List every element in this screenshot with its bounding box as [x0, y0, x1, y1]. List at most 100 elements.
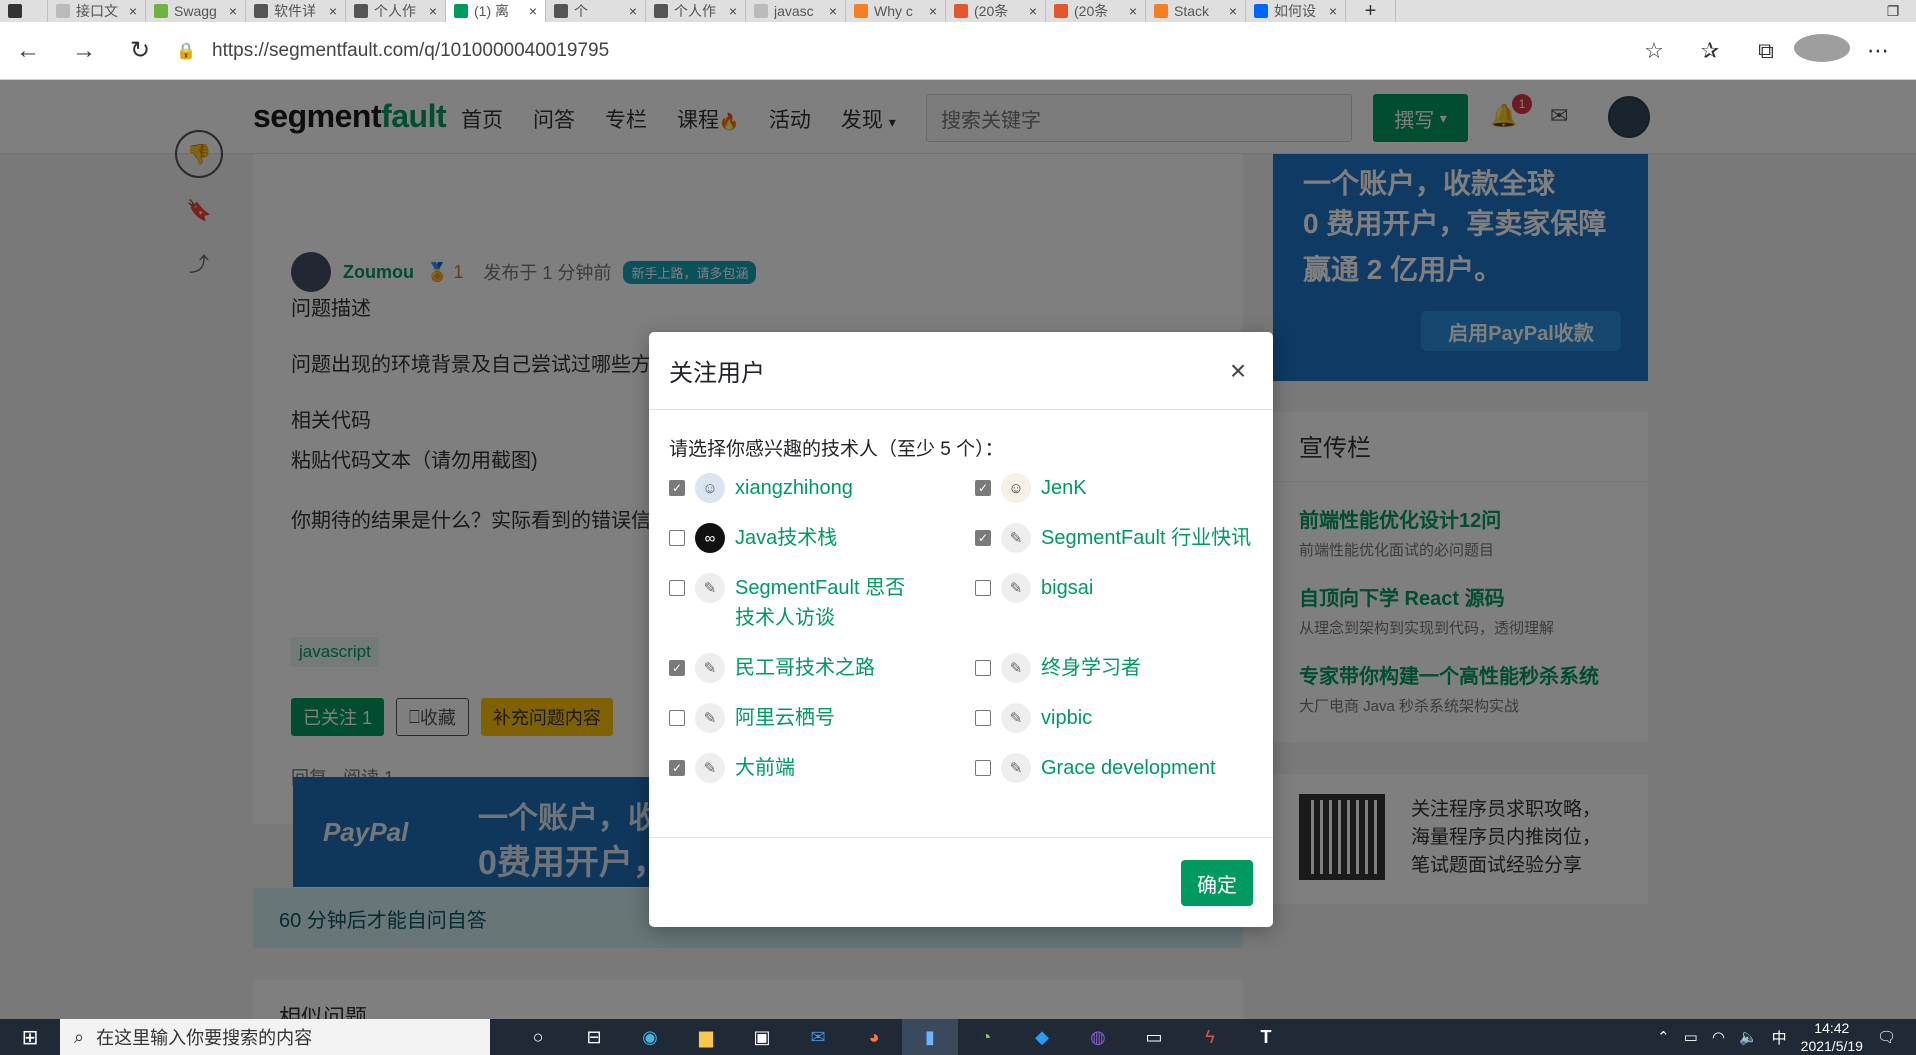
user-name[interactable]: 民工哥技术之路: [735, 653, 875, 683]
user-name[interactable]: vipbic: [1041, 703, 1092, 733]
user-option[interactable]: ✎ 终身学习者: [975, 649, 1265, 699]
clock[interactable]: 14:42 2021/5/19: [1801, 1019, 1863, 1055]
flash-icon[interactable]: ϟ: [1182, 1019, 1238, 1055]
browser-tab[interactable]: Why c ×: [846, 0, 946, 22]
user-option[interactable]: ✎ 阿里云栖号: [669, 699, 975, 749]
close-tab-icon[interactable]: ×: [429, 3, 437, 19]
mail-app-icon[interactable]: ✉: [790, 1019, 846, 1055]
close-tab-icon[interactable]: ×: [1129, 3, 1137, 19]
user-option[interactable]: ✓ ✎ 民工哥技术之路: [669, 649, 975, 699]
back-icon[interactable]: ←: [0, 37, 56, 65]
browser-tab[interactable]: 个 ×: [546, 0, 646, 22]
user-option[interactable]: ✎ vipbic: [975, 699, 1265, 749]
favorites-icon[interactable]: ✰: [1682, 38, 1738, 64]
browser-tab[interactable]: javasc ×: [746, 0, 846, 22]
user-name[interactable]: xiangzhihong: [735, 473, 853, 503]
user-option[interactable]: ∞ Java技术栈: [669, 519, 975, 569]
user-option[interactable]: ✎ SegmentFault 思否技术人访谈: [669, 569, 975, 649]
user-checkbox[interactable]: [669, 530, 685, 546]
more-menu-icon[interactable]: ⋯: [1850, 38, 1906, 64]
vscode-icon[interactable]: ◆: [1014, 1019, 1070, 1055]
github-desktop-icon[interactable]: ◍: [1070, 1019, 1126, 1055]
tray-up-icon[interactable]: ⌃: [1657, 1028, 1670, 1046]
battery-icon[interactable]: ▭: [1684, 1028, 1698, 1046]
user-name[interactable]: Grace development: [1041, 753, 1216, 783]
user-name[interactable]: JenK: [1041, 473, 1087, 503]
terminal-icon[interactable]: ▭: [1126, 1019, 1182, 1055]
typora-icon[interactable]: T: [1238, 1019, 1294, 1055]
user-checkbox[interactable]: [975, 760, 991, 776]
user-checkbox[interactable]: ✓: [975, 480, 991, 496]
phone-link-icon[interactable]: ▮: [902, 1019, 958, 1055]
reload-icon[interactable]: ↻: [112, 36, 168, 65]
browser-tab[interactable]: 个人作 ×: [346, 0, 446, 22]
user-name[interactable]: SegmentFault 思否技术人访谈: [735, 573, 920, 633]
close-tab-icon[interactable]: ×: [629, 3, 637, 19]
user-option[interactable]: ✓ ☺ xiangzhihong: [669, 469, 975, 519]
user-name[interactable]: Java技术栈: [735, 523, 837, 553]
close-tab-icon[interactable]: ×: [529, 3, 537, 19]
user-checkbox[interactable]: ✓: [669, 660, 685, 676]
user-checkbox[interactable]: ✓: [669, 480, 685, 496]
user-checkbox[interactable]: [975, 580, 991, 596]
url-text[interactable]: https://segmentfault.com/q/1010000040019…: [212, 40, 609, 62]
restore-window-icon[interactable]: ❐: [1870, 0, 1916, 22]
browser-tab[interactable]: Swagg ×: [146, 0, 246, 22]
lock-icon[interactable]: 🔒: [176, 41, 198, 61]
close-tab-icon[interactable]: ×: [829, 3, 837, 19]
browser-tab[interactable]: 接口文 ×: [48, 0, 146, 22]
user-checkbox[interactable]: [669, 580, 685, 596]
new-tab-icon[interactable]: +: [1346, 0, 1396, 22]
user-name[interactable]: 终身学习者: [1041, 653, 1141, 683]
user-name[interactable]: SegmentFault 行业快讯: [1041, 523, 1251, 553]
user-checkbox[interactable]: [669, 710, 685, 726]
volume-icon[interactable]: 🔈: [1739, 1028, 1758, 1046]
confirm-button[interactable]: 确定: [1181, 860, 1253, 906]
user-checkbox[interactable]: ✓: [975, 530, 991, 546]
close-tab-icon[interactable]: ×: [129, 3, 137, 19]
windows-start-icon[interactable]: ⊞: [0, 1025, 60, 1050]
browser-tab[interactable]: 个人作 ×: [646, 0, 746, 22]
close-tab-icon[interactable]: ×: [1329, 3, 1337, 19]
browser-tab[interactable]: (20条 ×: [946, 0, 1046, 22]
user-checkbox[interactable]: ✓: [669, 760, 685, 776]
wechat-icon[interactable]: ◔: [958, 1019, 1014, 1055]
edge-icon[interactable]: ◉: [622, 1019, 678, 1055]
close-tab-icon[interactable]: ×: [929, 3, 937, 19]
taskbar-search[interactable]: ⌕ 在这里输入你要搜索的内容: [60, 1019, 490, 1055]
user-option[interactable]: ✎ Grace development: [975, 749, 1265, 799]
file-explorer-icon[interactable]: ▆: [678, 1019, 734, 1055]
wifi-icon[interactable]: ◠: [1712, 1028, 1725, 1046]
ime-indicator[interactable]: 中: [1772, 1027, 1787, 1048]
browser-tab[interactable]: (20条 ×: [1046, 0, 1146, 22]
task-view-icon[interactable]: ⊟: [566, 1019, 622, 1055]
user-checkbox[interactable]: [975, 660, 991, 676]
browser-tab[interactable]: 如何设 ×: [1246, 0, 1346, 22]
browser-tab[interactable]: (1) 离 ×: [446, 0, 546, 22]
close-tab-icon[interactable]: ×: [1229, 3, 1237, 19]
user-option[interactable]: ✓ ✎ 大前端: [669, 749, 975, 799]
forward-icon[interactable]: →: [56, 37, 112, 65]
user-option[interactable]: ✓ ☺ JenK: [975, 469, 1265, 519]
user-option[interactable]: ✓ ✎ SegmentFault 行业快讯: [975, 519, 1265, 569]
user-name[interactable]: bigsai: [1041, 573, 1093, 603]
user-name[interactable]: 阿里云栖号: [735, 703, 835, 733]
close-tab-icon[interactable]: ×: [1029, 3, 1037, 19]
user-checkbox[interactable]: [975, 710, 991, 726]
close-icon[interactable]: ×: [1223, 355, 1253, 387]
url-field[interactable]: 🔒 https://segmentfault.com/q/10100000400…: [176, 31, 1626, 71]
add-favorite-icon[interactable]: ☆: [1626, 38, 1682, 64]
user-name[interactable]: 大前端: [735, 753, 795, 783]
user-option[interactable]: ✎ bigsai: [975, 569, 1265, 649]
firefox-icon[interactable]: ◕: [846, 1019, 902, 1055]
notification-center-icon[interactable]: 🗨: [1877, 1028, 1896, 1046]
profile-icon[interactable]: [1794, 33, 1850, 68]
collections-icon[interactable]: ⧉: [1738, 38, 1794, 64]
close-tab-icon[interactable]: ×: [729, 3, 737, 19]
close-tab-icon[interactable]: ×: [229, 3, 237, 19]
browser-tab[interactable]: 软件详 ×: [246, 0, 346, 22]
store-icon[interactable]: ▣: [734, 1019, 790, 1055]
browser-tab[interactable]: Stack ×: [1146, 0, 1246, 22]
cortana-icon[interactable]: ○: [510, 1019, 566, 1055]
close-tab-icon[interactable]: ×: [329, 3, 337, 19]
